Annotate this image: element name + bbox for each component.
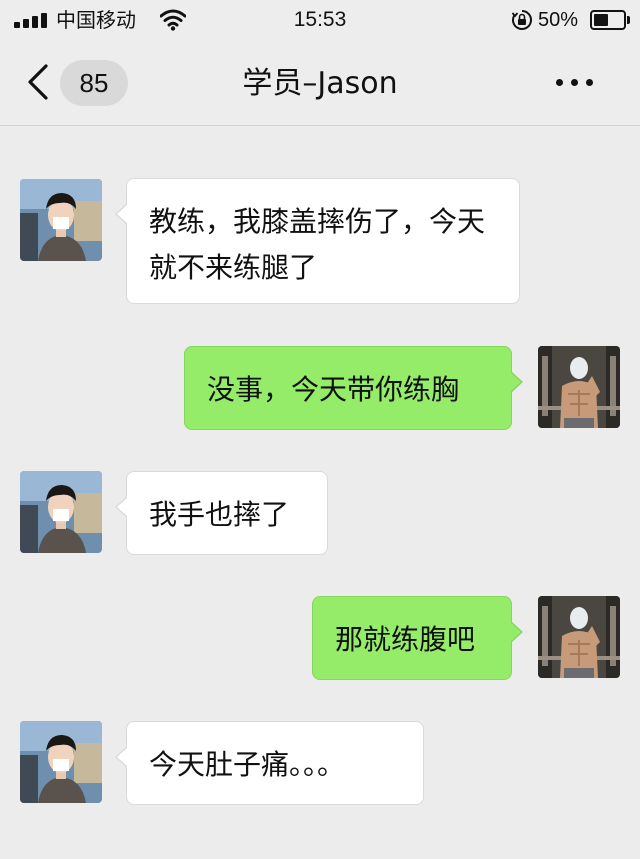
status-bar: 中国移动 15:53 50% [0,0,640,40]
message-bubble-incoming[interactable]: 我手也摔了 [115,471,328,555]
message-text: 没事，今天带你练胸 [207,373,460,406]
message-bubble-incoming[interactable]: 教练，我膝盖摔伤了，今天就不来练腿了 [115,178,520,304]
nav-bar: 85 学员–Jason [0,40,640,126]
avatar-coach[interactable] [538,346,620,428]
avatar-coach[interactable] [538,596,620,678]
message-list[interactable]: 教练，我膝盖摔伤了，今天就不来练腿了 没事，今天带你练胸 我手也摔了 那就练腹吧… [0,127,640,859]
message-text: 那就练腹吧 [335,623,476,656]
more-options-button[interactable] [552,70,598,94]
chat-title: 学员–Jason [242,66,398,101]
more-dots-icon [556,79,563,86]
message-bubble-outgoing[interactable]: 那就练腹吧 [312,596,523,680]
message-text: 我手也摔了 [149,498,290,531]
orientation-lock-icon [511,10,532,30]
message-text: 今天肚子痛。。。 [149,748,346,781]
message-text: 教练，我膝盖摔伤了，今天就不来练腿了 [149,205,486,284]
message-bubble-outgoing[interactable]: 没事，今天带你练胸 [184,346,523,430]
message-bubble-incoming[interactable]: 今天肚子痛。。。 [115,721,424,805]
avatar-jason[interactable] [20,471,102,553]
avatar-jason[interactable] [20,179,102,261]
avatar-jason[interactable] [20,721,102,803]
battery-percent: 50% [538,9,579,31]
battery-icon [590,10,630,30]
